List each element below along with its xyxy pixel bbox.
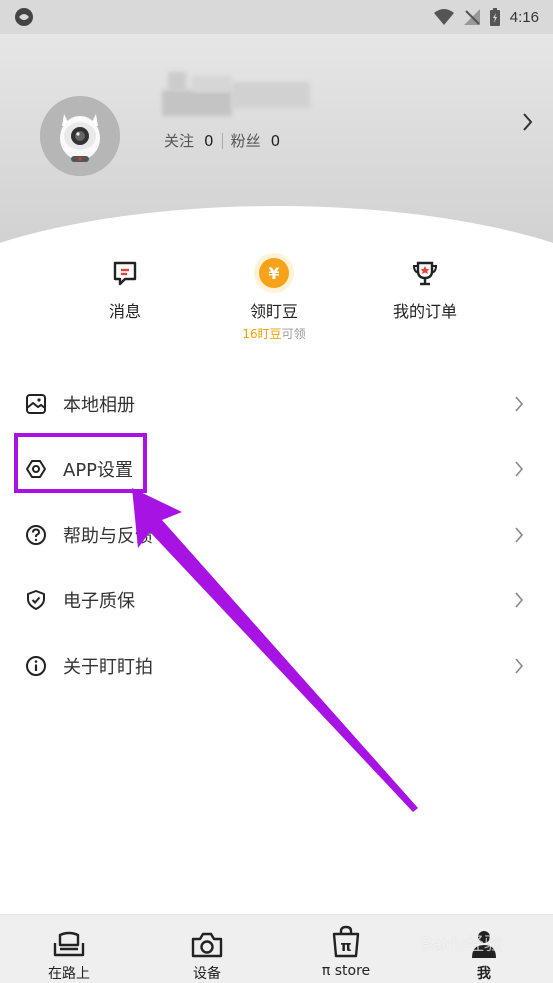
quick-action-label: 领盯豆 (249, 302, 298, 321)
no-signal-icon (463, 9, 480, 25)
chevron-right-icon (515, 461, 524, 477)
svg-text:π: π (340, 939, 351, 955)
chevron-right-icon (515, 592, 524, 608)
menu-item-about[interactable]: 关于盯盯拍 (0, 641, 553, 691)
fans-label[interactable]: 粉丝 (231, 130, 261, 151)
fans-count[interactable]: 0 (271, 132, 281, 150)
menu-item-label: 电子质保 (63, 591, 135, 612)
quick-action-label: 消息 (108, 302, 141, 321)
follow-count[interactable]: 0 (204, 132, 214, 150)
menu-item-label: 帮助与反馈 (63, 526, 153, 547)
menu-item-label: 本地相册 (63, 395, 135, 416)
profile-chevron-right-icon[interactable] (522, 112, 534, 132)
annotation-highlight-box (14, 433, 147, 493)
menu-item-help-feedback[interactable]: 帮助与反馈 (0, 510, 553, 560)
quick-action-label: 我的订单 (392, 302, 457, 321)
menu-item-e-warranty[interactable]: 电子质保 (0, 575, 553, 625)
shopping-bag-icon: π (332, 925, 360, 958)
status-bar: 4:16 (0, 0, 553, 34)
follow-label[interactable]: 关注 (164, 130, 194, 151)
avatar[interactable] (40, 96, 120, 176)
stats-divider (221, 132, 223, 149)
app-notification-icon (15, 8, 33, 26)
beans-available-suffix: 可领 (281, 327, 306, 341)
yuan-coin-icon: ¥ (254, 253, 294, 293)
camera-icon (191, 932, 223, 958)
username-blurred (162, 72, 310, 122)
nav-label: 设备 (193, 966, 221, 982)
nav-label: π store (321, 963, 371, 979)
menu-item-label: 关于盯盯拍 (63, 657, 153, 678)
info-icon (25, 655, 47, 677)
album-icon (25, 393, 47, 415)
battery-icon (489, 8, 500, 26)
nav-item-pi-store[interactable]: π π store (296, 915, 396, 983)
nav-item-on-the-road[interactable]: 在路上 (19, 915, 119, 983)
quick-action-beans[interactable]: ¥ 领盯豆 16盯豆可领 (214, 253, 334, 342)
beans-count: 16盯豆 (242, 327, 282, 341)
profile-header[interactable]: 关注 0 粉丝 0 (0, 34, 553, 270)
quick-action-orders[interactable]: 我的订单 (365, 254, 485, 322)
menu-item-local-album[interactable]: 本地相册 (0, 379, 553, 429)
chevron-right-icon (515, 527, 524, 543)
quick-action-messages[interactable]: 消息 (65, 254, 185, 322)
dog-avatar-icon (40, 96, 120, 176)
follow-stats: 关注 0 粉丝 0 (164, 130, 280, 151)
message-icon (113, 261, 137, 286)
nav-label: 在路上 (48, 966, 90, 982)
watermark: Baidu经验 (420, 934, 503, 954)
shield-icon (25, 589, 47, 611)
beans-available-text: 16盯豆可领 (214, 325, 334, 342)
nav-label: 我 (477, 966, 491, 982)
chevron-right-icon (515, 396, 524, 412)
help-icon (25, 524, 47, 546)
chevron-right-icon (515, 658, 524, 674)
nav-item-device[interactable]: 设备 (157, 915, 257, 983)
svg-text:¥: ¥ (268, 264, 279, 283)
car-seat-icon (53, 931, 85, 957)
status-time: 4:16 (509, 8, 539, 26)
trophy-icon (412, 261, 438, 286)
wifi-icon (433, 9, 454, 25)
